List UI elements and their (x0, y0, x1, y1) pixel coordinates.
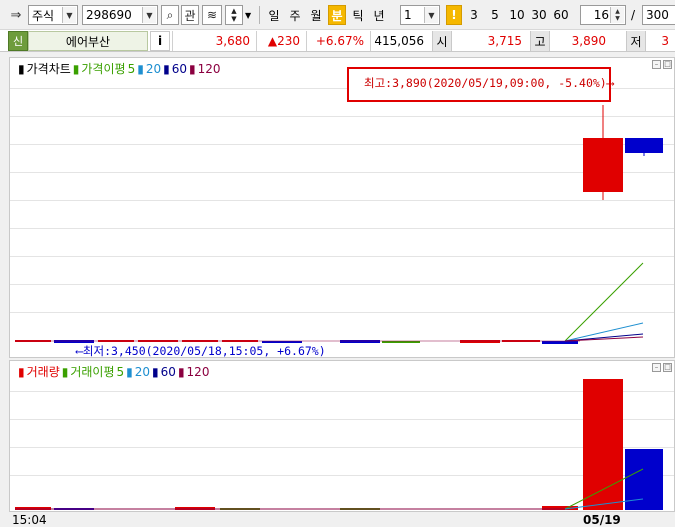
legend-ma20: 20 (145, 61, 162, 76)
open-label: 시 (432, 31, 452, 51)
legend-marker: ▮ (163, 61, 170, 76)
low-price: 3 (661, 34, 669, 48)
legend-price-title[interactable]: 가격차트 (27, 60, 71, 77)
maximize-pane-icon[interactable]: □ (663, 60, 672, 69)
high-annotation: 최고:3,890(2020/05/19,09:00, -5.40%)⟶ (364, 76, 614, 90)
change-percent: +6.67% (306, 31, 370, 51)
minimize-pane-icon[interactable]: – (652, 60, 661, 69)
sort-icon[interactable]: ≋ (202, 5, 222, 25)
interest-button[interactable]: 관 (181, 5, 199, 25)
slash-separator: / (631, 8, 636, 22)
info-button[interactable]: i (150, 31, 170, 51)
low-annotation: ⟵최저:3,450(2020/05/18,15:05, +6.67%) (76, 344, 326, 358)
volume-chart-svg (15, 379, 663, 510)
period-month[interactable]: 월 (307, 5, 325, 25)
legend-marker: ▮ (72, 61, 80, 76)
current-price: 3,680 (172, 31, 256, 51)
legend-marker: ▮ (18, 364, 25, 379)
minute-5-button[interactable]: 5 (487, 5, 503, 25)
stock-code-input[interactable]: 298690 ▼ (82, 5, 158, 25)
period-year[interactable]: 년 (370, 5, 388, 25)
legend-vol-ma20: 20 (134, 364, 151, 379)
price-change: ▲230 (256, 31, 306, 51)
legend-ma120: 120 (197, 61, 221, 76)
low-label: 저 (626, 31, 646, 51)
legend-marker: ▮ (137, 61, 144, 76)
chevron-down-icon: ▼ (142, 7, 156, 23)
maximize-pane-icon[interactable]: □ (663, 363, 672, 372)
quote-bar: 신 에어부산 i 3,680 ▲230 +6.67% 415,056 시 3,7… (0, 30, 675, 52)
open-price: 3,715 (487, 34, 522, 48)
candle-body-blue (625, 138, 663, 153)
period-tick[interactable]: 틱 (349, 5, 367, 25)
legend-volume-title[interactable]: 거래량 (27, 363, 60, 380)
volume-value: 415,056 (370, 31, 430, 51)
stock-name[interactable]: 에어부산 (28, 31, 148, 51)
chevron-down-icon: ▼ (424, 7, 438, 23)
price-chart-pane[interactable]: ▮ 가격차트 ▮ 가격이평 5 ▮ 20 ▮ 60 ▮ 120 – □ 최고:3… (9, 57, 675, 358)
legend-marker: ▮ (126, 364, 133, 379)
separator (259, 6, 260, 24)
axis-label-start: 15:04 (12, 513, 47, 527)
legend-ma60: 60 (171, 61, 187, 76)
minute-1-button[interactable]: ! (446, 5, 462, 25)
chevron-down-icon: ▼ (62, 7, 76, 23)
market-type-select[interactable]: 주식 ▼ (28, 5, 78, 25)
legend-marker: ▮ (177, 364, 185, 379)
chart-toolbar: ⇒ 주식 ▼ 298690 ▼ ⌕ 관 ≋ ▲ ▼ ▼ 일 주 월 분 틱 년 1… (0, 0, 675, 30)
display-count-input[interactable]: 16 ▲ ▼ (580, 5, 626, 25)
volume-legend: ▮ 거래량 ▮ 거래이평 5 ▮ 20 ▮ 60 ▮ 120 (18, 363, 209, 380)
volume-bar (583, 379, 623, 510)
search-icon: ⌕ (166, 7, 174, 22)
new-listing-badge: 신 (8, 31, 28, 51)
period-count-select[interactable]: 1 ▼ (400, 5, 440, 25)
axis-label-end: 05/19 (583, 513, 621, 527)
minute-3-button[interactable]: 3 (466, 5, 482, 25)
price-chart-svg (15, 105, 663, 344)
minute-60-button[interactable]: 60 (551, 5, 571, 25)
ma20-line (564, 322, 644, 342)
minimize-pane-icon[interactable]: – (652, 363, 661, 372)
period-week[interactable]: 주 (286, 5, 304, 25)
dropdown-arrow-icon[interactable]: ▼ (245, 5, 255, 25)
legend-ma5: 5 (127, 61, 136, 76)
period-day[interactable]: 일 (265, 5, 283, 25)
high-annotation-box: 최고:3,890(2020/05/19,09:00, -5.40%)⟶ (347, 67, 614, 102)
legend-volume-ma-title[interactable]: 거래이평 (70, 363, 114, 380)
minute-10-button[interactable]: 10 (507, 5, 527, 25)
legend-vol-ma120: 120 (186, 364, 210, 379)
legend-ma-title[interactable]: 가격이평 (81, 60, 125, 77)
legend-marker: ▮ (188, 61, 196, 76)
high-label: 고 (530, 31, 550, 51)
candle-body-red (583, 138, 623, 192)
high-price: 3,890 (571, 34, 606, 48)
legend-marker: ▮ (152, 364, 159, 379)
link-icon[interactable]: ⇒ (6, 5, 26, 25)
price-legend: ▮ 가격차트 ▮ 가격이평 5 ▮ 20 ▮ 60 ▮ 120 (18, 60, 221, 77)
legend-marker: ▮ (61, 364, 69, 379)
total-count-input[interactable]: 300 (642, 5, 675, 25)
legend-vol-ma5: 5 (116, 364, 125, 379)
search-button[interactable]: ⌕ (161, 5, 179, 25)
period-minute[interactable]: 분 (328, 5, 346, 25)
volume-chart-pane[interactable]: ▮ 거래량 ▮ 거래이평 5 ▮ 20 ▮ 60 ▮ 120 – □ (9, 360, 675, 512)
ma5-line (564, 262, 644, 342)
legend-marker: ▮ (18, 61, 25, 76)
legend-vol-ma60: 60 (160, 364, 176, 379)
spinner-icon: ▲ ▼ (610, 7, 624, 23)
minute-30-button[interactable]: 30 (529, 5, 549, 25)
time-axis: 15:04 05/19 (0, 512, 675, 527)
stepper-icon[interactable]: ▲ ▼ (225, 5, 243, 25)
